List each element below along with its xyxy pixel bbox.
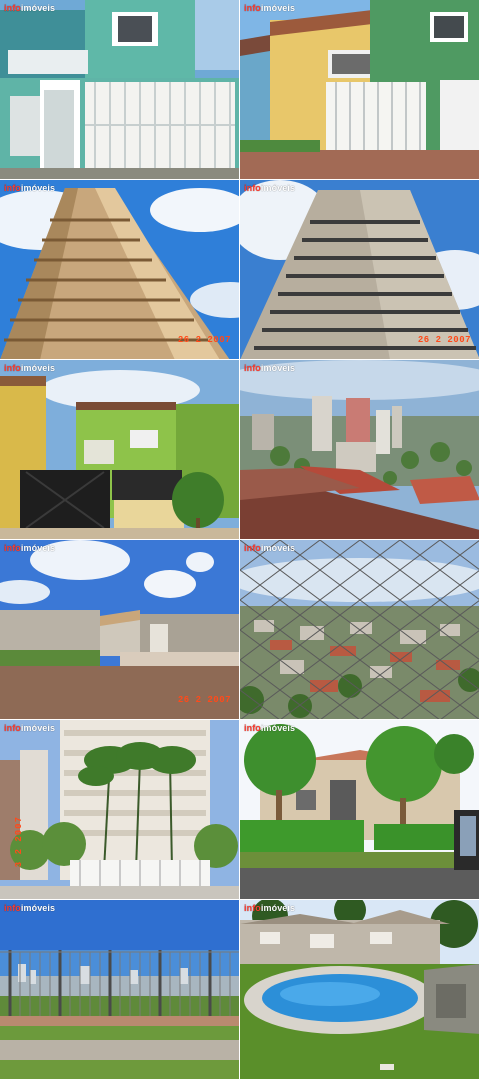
tower-grey-image bbox=[240, 180, 479, 359]
garden-topiary-image bbox=[240, 720, 479, 899]
photo-palms-buildings: infoimóveis 3 2 2007 bbox=[0, 720, 240, 900]
watermark: infoimóveis bbox=[244, 723, 296, 733]
palms-buildings-image bbox=[0, 720, 239, 899]
watermark: infoimóveis bbox=[244, 183, 296, 193]
photo-tower-beige: infoimóveis 26 2 2007 bbox=[0, 180, 240, 360]
photo-grid: infoimóveis infoimóveis infoimóveis 26 2… bbox=[0, 0, 480, 1080]
photo-pool: infoimóveis bbox=[240, 900, 480, 1080]
fenced-lot-image bbox=[0, 900, 239, 1079]
photo-tower-grey: infoimóveis 26 2 2007 bbox=[240, 180, 480, 360]
watermark: infoimóveis bbox=[244, 543, 296, 553]
fence-view-image bbox=[240, 540, 479, 719]
date-stamp: 26 2 2007 bbox=[417, 335, 471, 345]
photo-townhouses-colorful: infoimóveis bbox=[240, 0, 480, 180]
city-view-image bbox=[240, 360, 479, 539]
photo-fence-view: infoimóveis bbox=[240, 540, 480, 720]
photo-townhouse-teal: infoimóveis bbox=[0, 0, 240, 180]
photo-street-walls: infoimóveis 26 2 2007 bbox=[0, 540, 240, 720]
townhouse-teal-image bbox=[0, 0, 239, 179]
pool-image bbox=[240, 900, 479, 1079]
photo-fenced-lot: infoimóveis bbox=[0, 900, 240, 1080]
street-walls-image bbox=[0, 540, 239, 719]
photo-garden-topiary: infoimóveis bbox=[240, 720, 480, 900]
date-stamp: 26 2 2007 bbox=[177, 695, 231, 705]
townhouses-colorful-image bbox=[240, 0, 479, 179]
photo-city-view: infoimóveis bbox=[240, 360, 480, 540]
houses-green-image bbox=[0, 360, 239, 539]
date-stamp: 3 2 2007 bbox=[14, 816, 24, 868]
watermark: infoimóveis bbox=[4, 543, 56, 553]
photo-houses-green: infoimóveis bbox=[0, 360, 240, 540]
watermark: infoimóveis bbox=[244, 363, 296, 373]
watermark: infoimóveis bbox=[4, 723, 56, 733]
tower-beige-image bbox=[0, 180, 239, 359]
watermark: infoimóveis bbox=[244, 3, 296, 13]
watermark: infoimóveis bbox=[244, 903, 296, 913]
watermark: infoimóveis bbox=[4, 3, 56, 13]
watermark: infoimóveis bbox=[4, 903, 56, 913]
watermark: infoimóveis bbox=[4, 183, 56, 193]
date-stamp: 26 2 2007 bbox=[177, 335, 231, 345]
watermark: infoimóveis bbox=[4, 363, 56, 373]
